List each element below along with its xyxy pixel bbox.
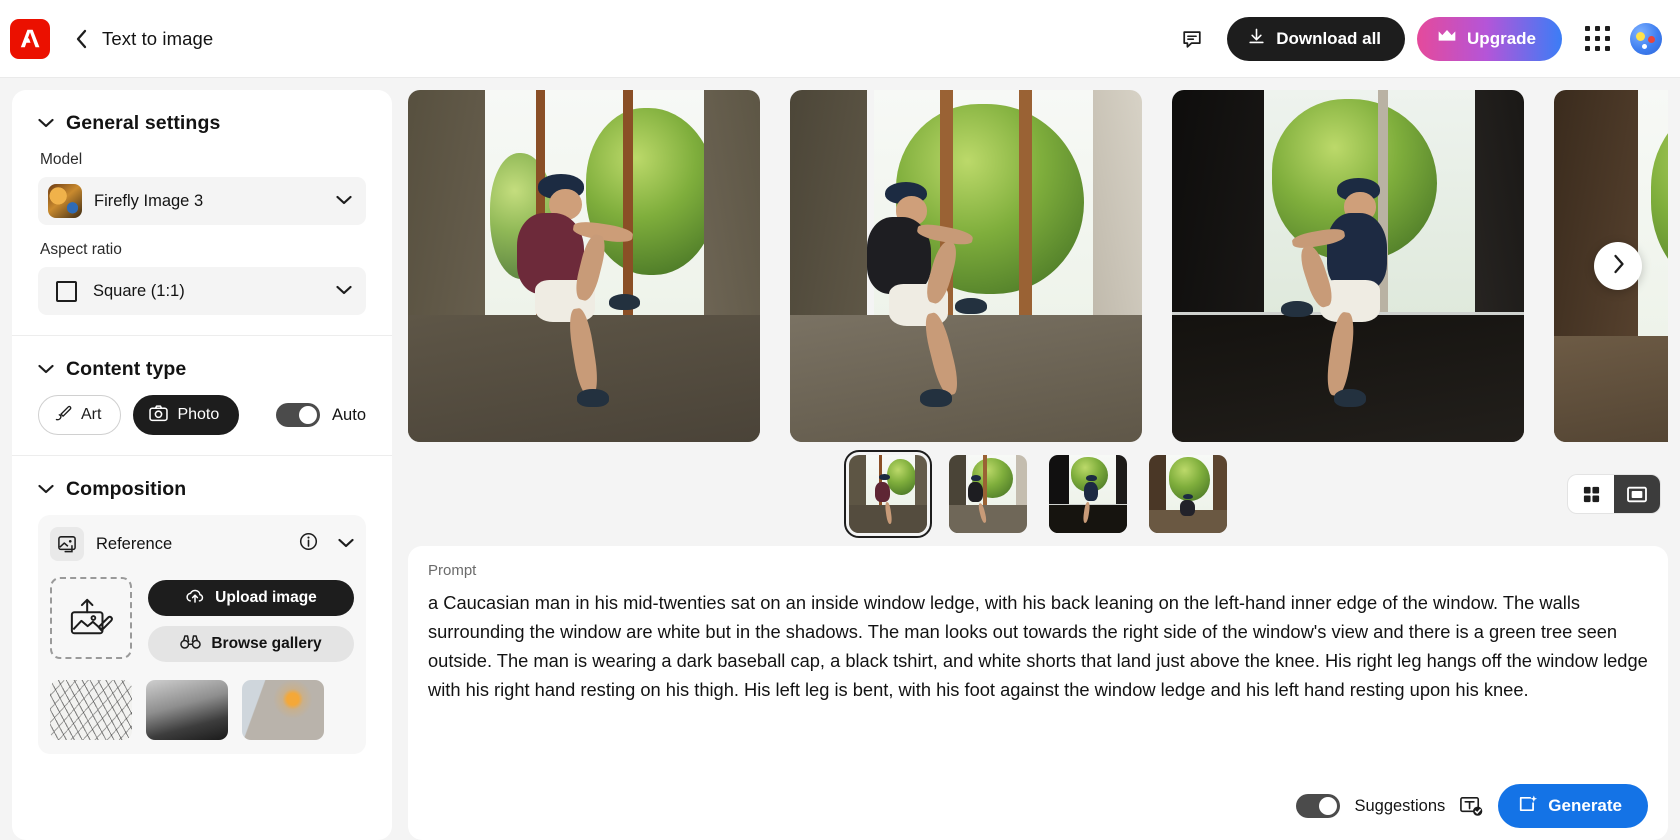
grid-view-icon[interactable] [1568, 475, 1614, 513]
suggestions-label: Suggestions [1354, 796, 1446, 815]
page-title: Text to image [102, 27, 214, 49]
content-type-photo-button[interactable]: Photo [133, 395, 240, 435]
adobe-logo-icon[interactable] [10, 18, 50, 59]
upgrade-label: Upgrade [1467, 28, 1536, 48]
upgrade-button[interactable]: Upgrade [1417, 16, 1562, 61]
model-preview-thumbnail [48, 184, 82, 218]
main-content: Prompt a Caucasian man in his mid-twenti… [408, 90, 1668, 840]
avatar[interactable] [1630, 22, 1662, 55]
general-settings-title: General settings [66, 112, 221, 134]
apps-grid-icon[interactable] [1576, 18, 1618, 60]
browse-gallery-button[interactable]: Browse gallery [148, 626, 354, 662]
settings-sidebar: General settings Model Firefly Image 3 A… [12, 90, 392, 840]
generated-image-1[interactable] [408, 90, 760, 442]
generate-button[interactable]: Generate [1498, 784, 1648, 828]
reference-presets [50, 680, 354, 740]
thumbnail-2[interactable] [949, 455, 1027, 533]
sketch-leaves-preset[interactable] [50, 680, 132, 740]
reference-upload-row: Upload image Browse gallery [50, 577, 354, 662]
auto-label: Auto [332, 405, 366, 424]
chevron-down-icon [336, 282, 352, 300]
composition-title: Composition [66, 478, 187, 500]
content-type-art-button[interactable]: Art [38, 395, 122, 435]
aspect-ratio-value: Square (1:1) [93, 281, 185, 300]
download-all-label: Download all [1276, 28, 1382, 48]
generate-label: Generate [1548, 796, 1622, 815]
app-header: Text to image Download all Upgrade [0, 0, 1680, 78]
back-button[interactable] [66, 24, 96, 54]
prompt-input[interactable]: a Caucasian man in his mid-twenties sat … [428, 589, 1648, 778]
section-composition: Composition Reference Upload image Brows… [12, 456, 392, 774]
reference-header[interactable]: Reference [50, 527, 354, 561]
thumbnail-3[interactable] [1049, 455, 1127, 533]
general-settings-header[interactable]: General settings [38, 112, 366, 135]
prompt-label: Prompt [428, 562, 477, 579]
content-type-header[interactable]: Content type [38, 358, 366, 381]
upload-image-label: Upload image [215, 589, 317, 606]
app-body: General settings Model Firefly Image 3 A… [0, 78, 1680, 840]
model-label: Model [40, 151, 83, 168]
next-image-button[interactable] [1594, 242, 1642, 290]
single-view-icon[interactable] [1614, 475, 1660, 513]
square-ratio-icon [56, 280, 77, 302]
suggestions-toggle[interactable] [1296, 794, 1341, 818]
brush-icon [54, 404, 72, 427]
thumbnail-1[interactable] [844, 450, 932, 538]
reference-buttons: Upload image Browse gallery [148, 577, 354, 662]
model-value: Firefly Image 3 [94, 191, 204, 210]
auto-toggle[interactable] [276, 403, 321, 427]
upload-image-button[interactable]: Upload image [148, 580, 354, 616]
generated-image-2[interactable] [790, 90, 1142, 442]
crown-icon [1437, 28, 1457, 49]
firefly-app: Text to image Download all Upgrade Gener… [0, 0, 1680, 840]
text-effects-icon[interactable] [1459, 794, 1484, 818]
aspect-ratio-dropdown[interactable]: Square (1:1) [38, 267, 366, 315]
chevron-down-icon [336, 192, 352, 210]
aspect-ratio-label: Aspect ratio [40, 241, 122, 258]
view-toggle [1568, 475, 1660, 513]
content-type-photo-label: Photo [177, 406, 220, 423]
chevron-down-icon [38, 361, 54, 379]
section-general-settings: General settings Model Firefly Image 3 A… [12, 90, 392, 336]
chevron-down-icon [38, 481, 54, 499]
download-all-button[interactable]: Download all [1227, 16, 1406, 61]
camera-icon [149, 404, 169, 427]
info-circle-icon[interactable] [299, 532, 318, 556]
cloud-upload-icon [185, 588, 205, 609]
content-type-art-label: Art [81, 406, 102, 423]
chevron-right-icon [1612, 254, 1625, 279]
image-reference-icon [50, 527, 84, 561]
feedback-chat-icon[interactable] [1171, 18, 1213, 60]
thumbnail-4[interactable] [1149, 455, 1227, 533]
chevron-down-icon[interactable] [338, 535, 354, 553]
prompt-panel: Prompt a Caucasian man in his mid-twenti… [408, 546, 1668, 840]
thumbnail-bar [408, 442, 1668, 546]
gallery-strip[interactable] [408, 90, 1668, 442]
download-icon [1247, 27, 1266, 51]
reference-label: Reference [96, 534, 173, 553]
interior-lamp-preset[interactable] [242, 680, 324, 740]
grayscale-landscape-preset[interactable] [146, 680, 228, 740]
composition-header[interactable]: Composition [38, 478, 366, 501]
generated-gallery [408, 90, 1668, 442]
generate-sparkle-icon [1518, 794, 1538, 819]
reference-card: Reference Upload image Browse gallery [38, 515, 366, 754]
section-content-type: Content type Art Photo Auto [12, 336, 392, 456]
content-type-options: Art Photo Auto [38, 395, 366, 435]
model-dropdown[interactable]: Firefly Image 3 [38, 177, 366, 225]
upload-image-placeholder-icon[interactable] [50, 577, 132, 659]
generated-image-3[interactable] [1172, 90, 1524, 442]
content-type-title: Content type [66, 358, 187, 380]
apps-grid-dots [1584, 26, 1610, 51]
binoculars-icon [180, 634, 202, 655]
chevron-down-icon [38, 115, 54, 133]
browse-gallery-label: Browse gallery [211, 635, 322, 652]
prompt-footer: Suggestions Generate [428, 778, 1648, 828]
